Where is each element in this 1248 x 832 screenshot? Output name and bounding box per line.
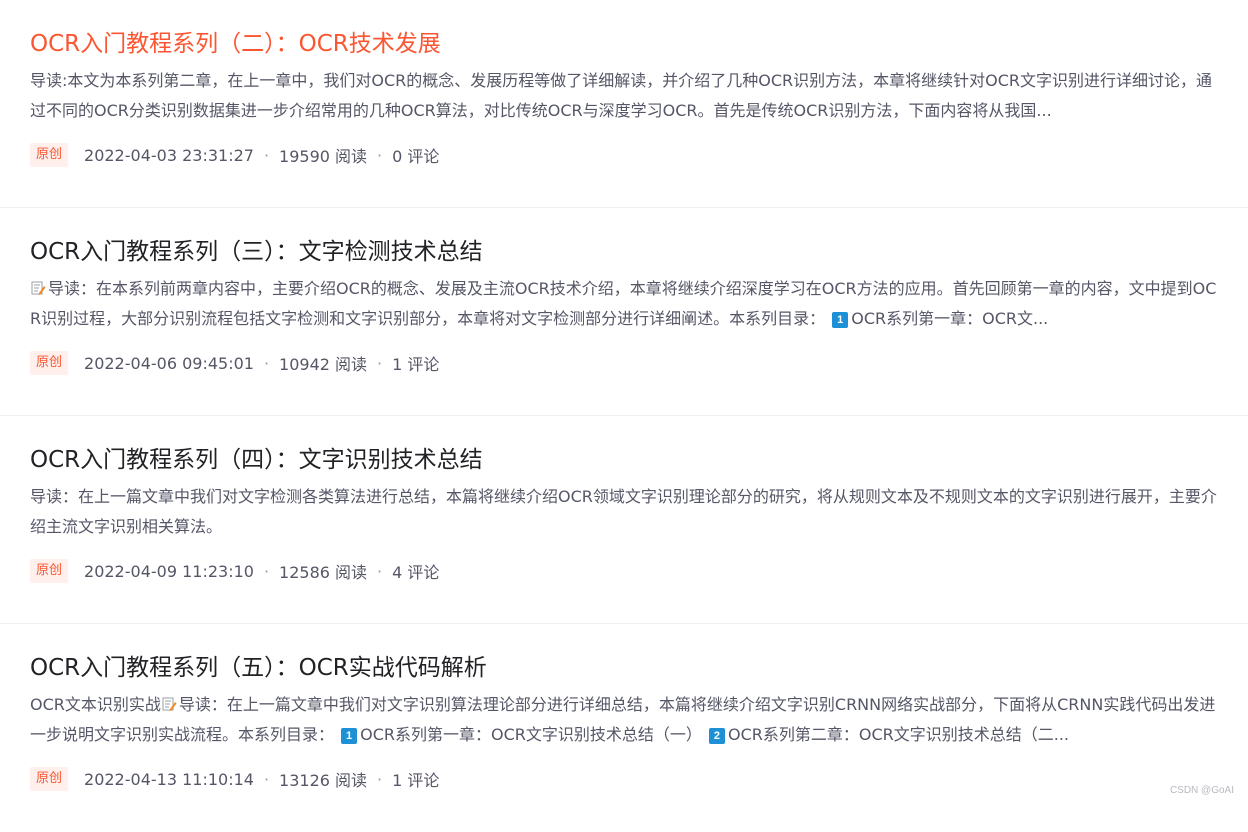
comment-count: 4 评论 [392,563,440,582]
comment-count: 0 评论 [392,147,440,166]
article-summary[interactable]: 导读：在本系列前两章内容中，主要介绍OCR的概念、发展及主流OCR技术介绍，本章… [30,274,1224,334]
meta-separator: · [377,145,383,165]
article-title[interactable]: OCR入门教程系列（四）：文字识别技术总结 [30,444,1224,476]
memo-icon [31,281,46,295]
comment-count: 1 评论 [392,355,440,374]
article-item[interactable]: OCR入门教程系列（五）：OCR实战代码解析 OCR文本识别实战 导读：在上一篇… [0,624,1248,832]
read-count: 12586 阅读 [279,563,368,582]
original-tag: 原创 [30,559,69,583]
article-meta: 原创 2022-04-13 11:10:14 · 13126 阅读 · 1 评论 [30,766,439,792]
article-meta: 原创 2022-04-03 23:31:27 · 19590 阅读 · 0 评论 [30,142,439,168]
article-meta: 原创 2022-04-09 11:23:10 · 12586 阅读 · 4 评论 [30,558,439,584]
meta-separator: · [377,353,383,373]
article-item[interactable]: OCR入门教程系列（三）：文字检测技术总结 导读：在本系列前两章内容中，主要介绍… [0,208,1248,416]
article-summary[interactable]: OCR文本识别实战 导读：在上一篇文章中我们对文字识别算法理论部分进行详细总结，… [30,690,1224,750]
summary-mid: OCR系列第一章：OCR文字识别技术总结（一） [360,725,702,744]
article-title[interactable]: OCR入门教程系列（二）：OCR技术发展 [30,28,1224,60]
article-title[interactable]: OCR入门教程系列（三）：文字检测技术总结 [30,236,1224,268]
summary-text: 导读：在上一篇文章中我们对文字检测各类算法进行总结，本篇将继续介绍OCR领域文字… [30,487,1217,536]
meta-separator: · [377,769,383,789]
article-list: OCR入门教程系列（二）：OCR技术发展 导读:本文为本系列第二章，在上一章中，… [0,0,1248,832]
publish-date: 2022-04-06 09:45:01 [84,353,254,373]
publish-date: 2022-04-13 11:10:14 [84,769,254,789]
meta-separator: · [263,145,270,165]
article-item[interactable]: OCR入门教程系列（四）：文字识别技术总结 导读：在上一篇文章中我们对文字检测各… [0,416,1248,624]
original-tag: 原创 [30,351,69,375]
summary-prefix: OCR文本识别实战 [30,695,161,714]
article-title[interactable]: OCR入门教程系列（五）：OCR实战代码解析 [30,652,1224,684]
publish-date: 2022-04-09 11:23:10 [84,561,254,581]
article-item[interactable]: OCR入门教程系列（二）：OCR技术发展 导读:本文为本系列第二章，在上一章中，… [0,0,1248,208]
read-count: 10942 阅读 [279,355,368,374]
read-count: 19590 阅读 [279,147,368,166]
meta-separator: · [377,561,383,581]
summary-tail: OCR系列第二章：OCR文字识别技术总结（二... [727,725,1070,744]
article-summary[interactable]: 导读:本文为本系列第二章，在上一章中，我们对OCR的概念、发展历程等做了详细解读… [30,66,1224,126]
meta-separator: · [263,353,270,373]
comment-count: 1 评论 [392,771,440,790]
publish-date: 2022-04-03 23:31:27 [84,145,254,165]
summary-tail: OCR系列第一章：OCR文... [851,309,1049,328]
article-meta: 原创 2022-04-06 09:45:01 · 10942 阅读 · 1 评论 [30,350,439,376]
summary-text: 导读:本文为本系列第二章，在上一章中，我们对OCR的概念、发展历程等做了详细解读… [30,71,1213,120]
meta-separator: · [263,561,270,581]
meta-separator: · [263,769,270,789]
keycap-number-icon: 1 [341,728,358,744]
original-tag: 原创 [30,143,69,167]
memo-icon [162,697,177,711]
keycap-number-icon: 1 [832,312,849,328]
keycap-number-icon: 2 [708,728,725,744]
read-count: 13126 阅读 [279,771,368,790]
article-summary[interactable]: 导读：在上一篇文章中我们对文字检测各类算法进行总结，本篇将继续介绍OCR领域文字… [30,482,1224,542]
watermark: CSDN @GoAI [1169,785,1234,796]
original-tag: 原创 [30,767,69,791]
